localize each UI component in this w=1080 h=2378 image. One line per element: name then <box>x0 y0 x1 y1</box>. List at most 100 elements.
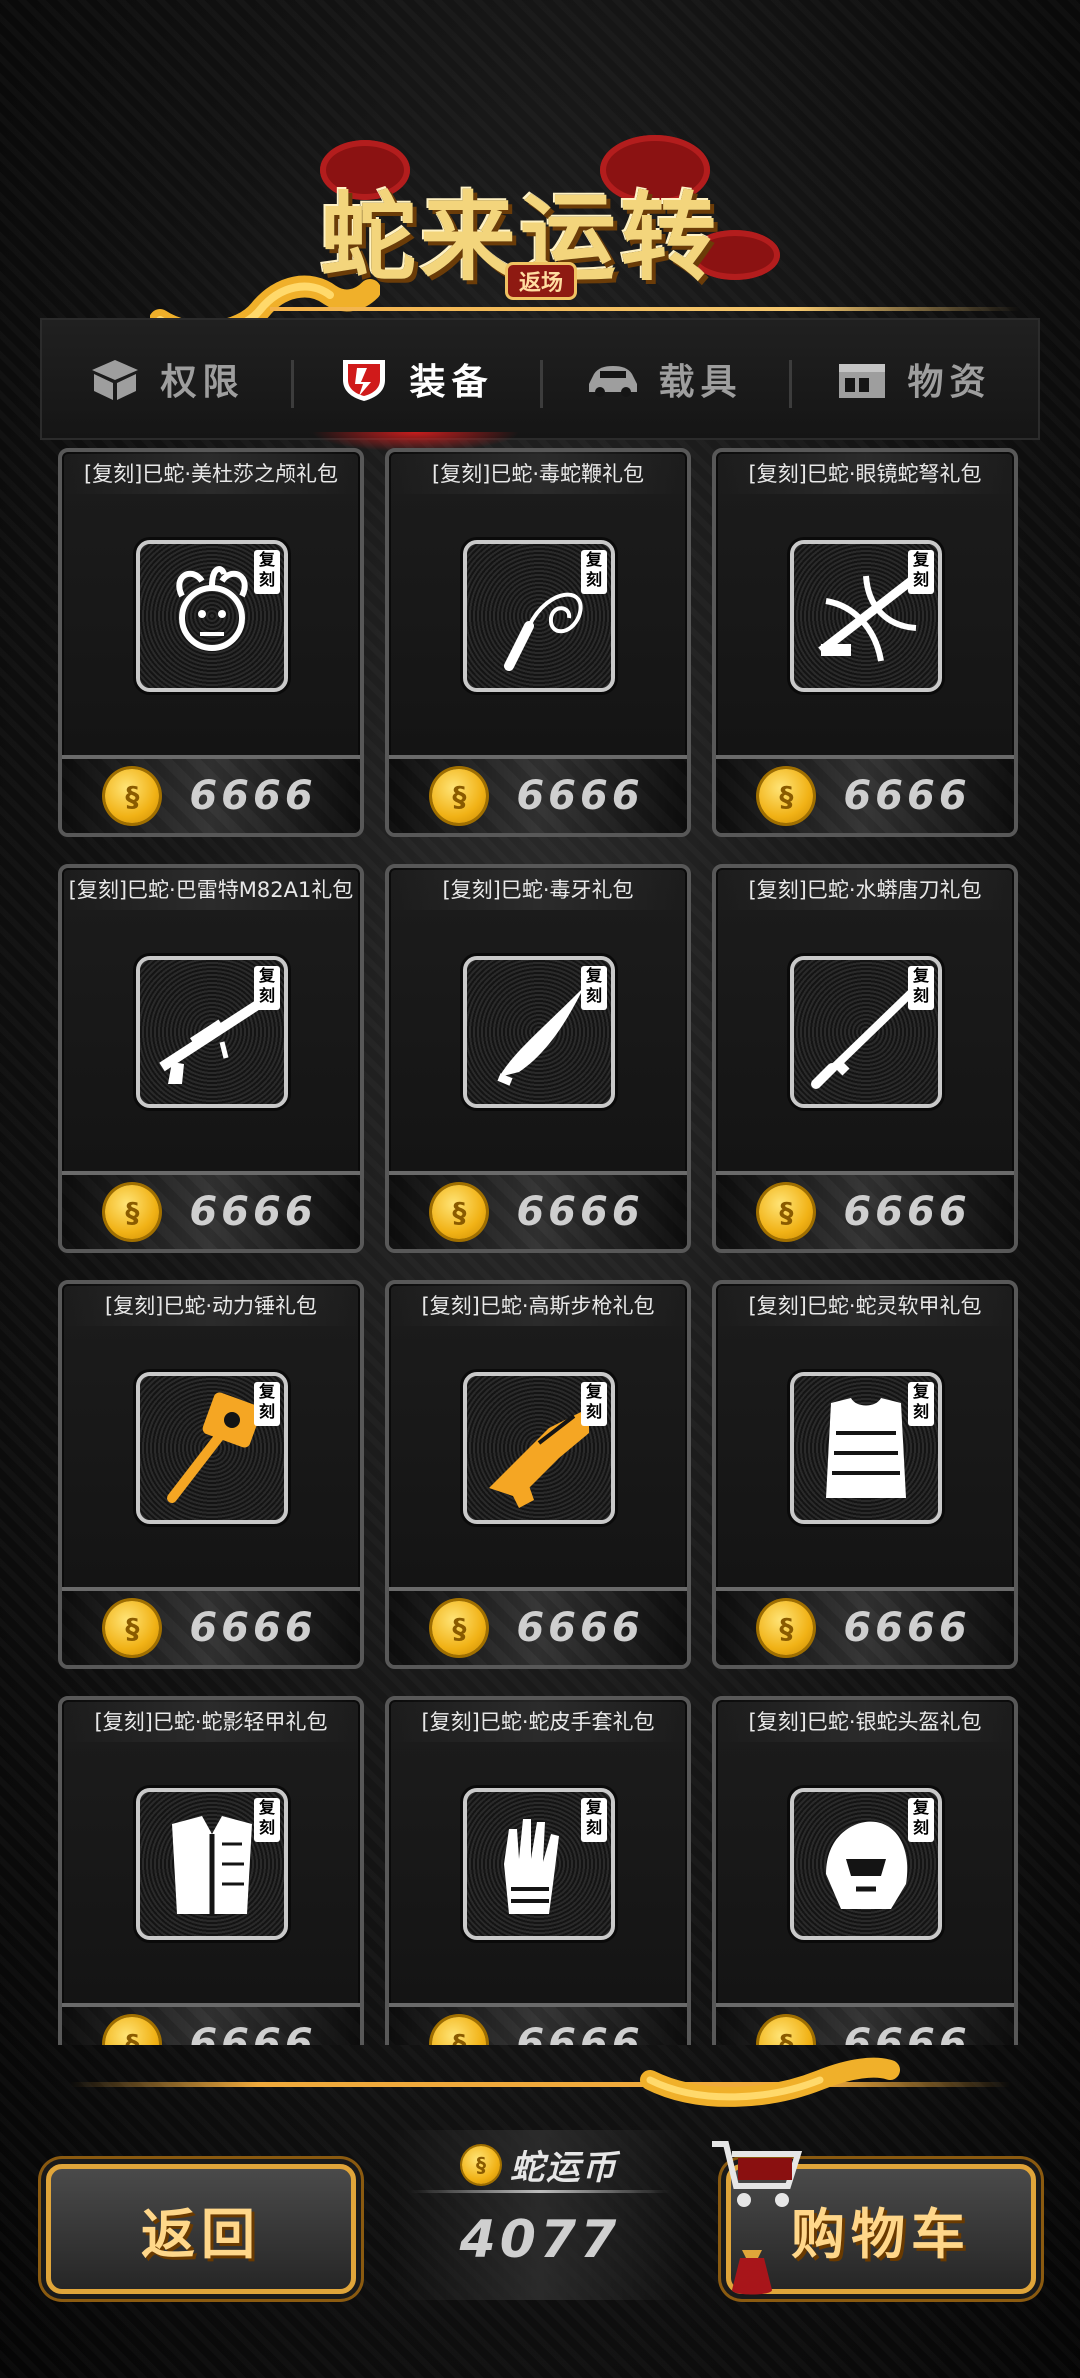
replica-badge: 复刻 <box>254 550 280 594</box>
item-title: [复刻]巳蛇·眼镜蛇弩礼包 <box>716 452 1014 494</box>
item-card[interactable]: [复刻]巳蛇·毒蛇鞭礼包 复刻 § 6666 <box>385 448 691 837</box>
item-title: [复刻]巳蛇·蛇灵软甲礼包 <box>716 1284 1014 1326</box>
snake-coin-icon: § <box>432 769 487 823</box>
replica-badge: 复刻 <box>581 550 607 594</box>
item-image: 复刻 <box>463 1788 615 1940</box>
item-card[interactable]: [复刻]巳蛇·毒牙礼包 复刻 § 6666 <box>385 864 691 1253</box>
item-image: 复刻 <box>790 540 942 692</box>
item-card[interactable]: [复刻]巳蛇·巴雷特M82A1礼包 复刻 § 6666 <box>58 864 364 1253</box>
replica-badge: 复刻 <box>581 1798 607 1842</box>
item-grid: [复刻]巳蛇·美杜莎之颅礼包 复刻 § 6666 [复刻]巳蛇·毒蛇鞭礼包 复刻… <box>40 440 1040 2045</box>
header: 蛇来运转 返场 <box>0 0 1080 340</box>
item-image: 复刻 <box>463 540 615 692</box>
tab-label: 物资 <box>907 362 992 403</box>
snake-coin-icon: § <box>432 2017 487 2045</box>
snake-coin-icon: § <box>105 769 160 823</box>
item-price-bar[interactable]: § 6666 <box>389 755 687 833</box>
item-price: 6666 <box>189 1605 317 1651</box>
snake-coin-icon: § <box>105 1185 160 1239</box>
item-price-bar[interactable]: § 6666 <box>62 755 360 833</box>
item-title: [复刻]巳蛇·毒牙礼包 <box>389 868 687 910</box>
replica-badge: 复刻 <box>254 1382 280 1426</box>
item-image: 复刻 <box>790 956 942 1108</box>
item-price-bar[interactable]: § 6666 <box>716 1171 1014 1249</box>
item-price: 6666 <box>516 773 644 819</box>
item-price-bar[interactable]: § 6666 <box>62 2003 360 2045</box>
item-card[interactable]: [复刻]巳蛇·蛇影轻甲礼包 复刻 § 6666 <box>58 1696 364 2045</box>
item-price-bar[interactable]: § 6666 <box>62 1171 360 1249</box>
tab-vehicles[interactable]: 载具 <box>540 320 789 438</box>
item-image: 复刻 <box>136 1372 288 1524</box>
item-card[interactable]: [复刻]巳蛇·蛇灵软甲礼包 复刻 § 6666 <box>712 1280 1018 1669</box>
snake-coin-icon: § <box>432 1601 487 1655</box>
event-subtitle: 返场 <box>505 262 577 300</box>
item-title: [复刻]巳蛇·美杜莎之颅礼包 <box>62 452 360 494</box>
item-card[interactable]: [复刻]巳蛇·银蛇头盔礼包 复刻 § 6666 <box>712 1696 1018 2045</box>
currency-name: 蛇运币 <box>510 2148 618 2188</box>
snake-coin-icon: § <box>759 769 814 823</box>
snake-coin-icon: § <box>759 1185 814 1239</box>
item-price: 6666 <box>189 773 317 819</box>
replica-badge: 复刻 <box>908 1382 934 1426</box>
currency-amount: 4077 <box>459 2210 621 2270</box>
item-image: 复刻 <box>136 1788 288 1940</box>
item-title: [复刻]巳蛇·巴雷特M82A1礼包 <box>62 868 360 910</box>
tab-permissions[interactable]: 权限 <box>42 320 291 438</box>
item-price: 6666 <box>843 773 971 819</box>
item-price-bar[interactable]: § 6666 <box>389 2003 687 2045</box>
item-card[interactable]: [复刻]巳蛇·水蟒唐刀礼包 复刻 § 6666 <box>712 864 1018 1253</box>
item-price-bar[interactable]: § 6666 <box>716 1587 1014 1665</box>
header-divider <box>270 307 1020 311</box>
item-price: 6666 <box>843 1605 971 1651</box>
snake-coin-icon: § <box>105 2017 160 2045</box>
item-price: 6666 <box>189 1189 317 1235</box>
item-price-bar[interactable]: § 6666 <box>389 1171 687 1249</box>
back-button-label: 返回 <box>141 2202 261 2266</box>
item-image: 复刻 <box>463 956 615 1108</box>
item-card[interactable]: [复刻]巳蛇·眼镜蛇弩礼包 复刻 § 6666 <box>712 448 1018 837</box>
replica-badge: 复刻 <box>908 550 934 594</box>
replica-badge: 复刻 <box>581 966 607 1010</box>
item-card[interactable]: [复刻]巳蛇·蛇皮手套礼包 复刻 § 6666 <box>385 1696 691 2045</box>
item-image: 复刻 <box>136 540 288 692</box>
replica-badge: 复刻 <box>581 1382 607 1426</box>
back-button[interactable]: 返回 <box>46 2164 356 2294</box>
tab-equipment[interactable]: 装备 <box>291 320 540 452</box>
tab-supplies[interactable]: 物资 <box>789 320 1038 438</box>
snake-coin-icon: § <box>462 2145 500 2184</box>
item-price-bar[interactable]: § 6666 <box>716 2003 1014 2045</box>
snake-coin-icon: § <box>432 1185 487 1239</box>
weapon-shield-icon <box>343 360 386 401</box>
item-card[interactable]: [复刻]巳蛇·美杜莎之颅礼包 复刻 § 6666 <box>58 448 364 837</box>
car-icon <box>589 366 638 397</box>
item-image: 复刻 <box>136 956 288 1108</box>
item-card[interactable]: [复刻]巳蛇·动力锤礼包 复刻 § 6666 <box>58 1280 364 1669</box>
cart-icon <box>712 2141 803 2207</box>
item-card[interactable]: [复刻]巳蛇·高斯步枪礼包 复刻 § 6666 <box>385 1280 691 1669</box>
item-price-bar[interactable]: § 6666 <box>389 1587 687 1665</box>
item-price-bar[interactable]: § 6666 <box>62 1587 360 1665</box>
replica-badge: 复刻 <box>908 1798 934 1842</box>
lucky-bag-icon <box>732 2250 772 2295</box>
tab-label: 载具 <box>658 362 743 403</box>
tab-label: 权限 <box>160 362 245 403</box>
item-price: 6666 <box>516 2021 644 2045</box>
cart-button-label: 购物车 <box>791 2202 971 2266</box>
item-price: 6666 <box>843 2021 971 2045</box>
item-price: 6666 <box>189 2021 317 2045</box>
item-price: 6666 <box>516 1605 644 1651</box>
item-title: [复刻]巳蛇·水蟒唐刀礼包 <box>716 868 1014 910</box>
crate-icon <box>839 364 886 398</box>
item-image: 复刻 <box>790 1372 942 1524</box>
item-title: [复刻]巳蛇·银蛇头盔礼包 <box>716 1700 1014 1742</box>
replica-badge: 复刻 <box>908 966 934 1010</box>
item-price-bar[interactable]: § 6666 <box>716 755 1014 833</box>
box-icon <box>92 360 139 400</box>
replica-badge: 复刻 <box>254 966 280 1010</box>
item-title: [复刻]巳蛇·蛇皮手套礼包 <box>389 1700 687 1742</box>
snake-coin-icon: § <box>759 1601 814 1655</box>
item-price: 6666 <box>843 1189 971 1235</box>
golden-snake-tail-icon <box>640 2057 900 2107</box>
category-tabs: 权限 装备 载具 物资 <box>40 318 1040 452</box>
item-price: 6666 <box>516 1189 644 1235</box>
